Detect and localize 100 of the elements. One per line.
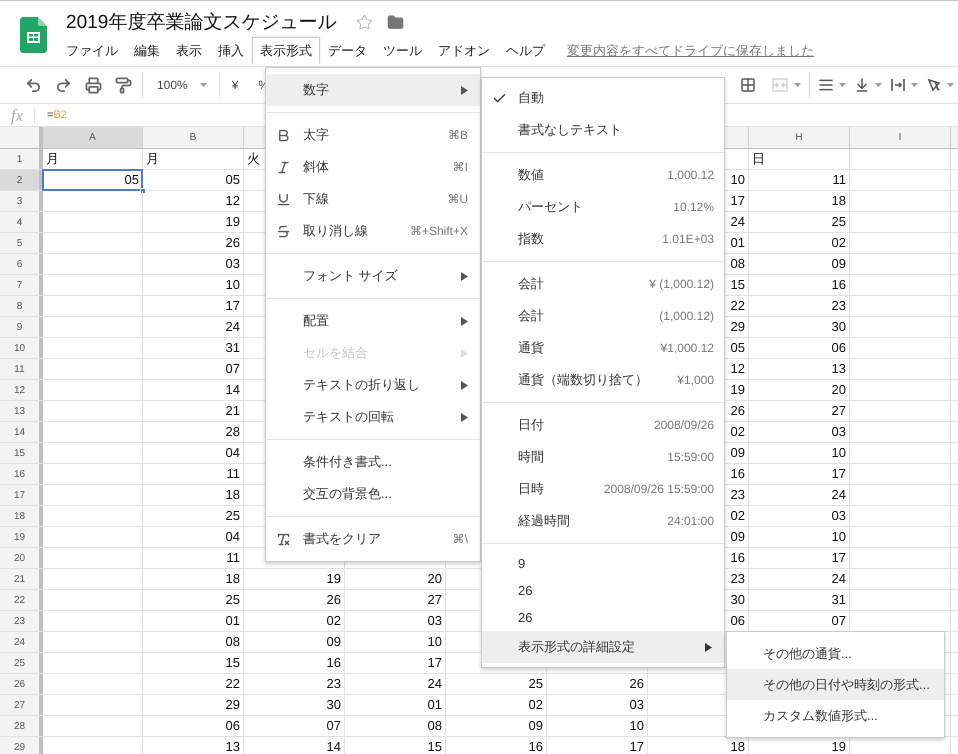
star-icon[interactable] bbox=[356, 14, 374, 30]
table-cell[interactable]: 06 bbox=[143, 716, 243, 736]
table-cell[interactable]: 18 bbox=[648, 737, 748, 754]
table-cell[interactable]: 03 bbox=[749, 422, 849, 442]
menu-option[interactable]: テキストの折り返し bbox=[266, 369, 480, 401]
menu-option[interactable]: 日付 2008/09/26 bbox=[482, 409, 724, 441]
menu-option[interactable]: 表示形式の詳細設定 bbox=[482, 631, 724, 663]
table-cell[interactable]: 03 bbox=[547, 695, 647, 715]
table-cell[interactable]: 23 bbox=[749, 296, 849, 316]
menu-option[interactable]: 時間 15:59:00 bbox=[482, 441, 724, 473]
table-cell[interactable]: 11 bbox=[143, 548, 243, 568]
menu-item[interactable]: データ bbox=[320, 37, 375, 64]
menu-option[interactable]: 会計 (1,000.12) bbox=[482, 300, 724, 332]
table-cell[interactable]: 13 bbox=[143, 737, 243, 754]
table-cell[interactable]: 20 bbox=[749, 380, 849, 400]
menu-item[interactable]: 表示形式 bbox=[252, 37, 320, 64]
menu-option[interactable]: 条件付き書式... bbox=[266, 446, 480, 478]
table-cell[interactable]: 24 bbox=[345, 674, 445, 694]
table-cell[interactable]: 04 bbox=[143, 443, 243, 463]
merge-cells-icon[interactable] bbox=[772, 78, 788, 92]
menu-option[interactable]: 9 bbox=[482, 550, 724, 577]
table-cell[interactable]: 09 bbox=[244, 632, 344, 652]
table-cell[interactable]: 24 bbox=[749, 485, 849, 505]
menu-option[interactable]: 下線 ⌘U bbox=[266, 183, 480, 215]
menu-option[interactable]: テキストの回転 bbox=[266, 401, 480, 433]
table-cell[interactable]: 03 bbox=[345, 611, 445, 631]
table-cell[interactable]: 31 bbox=[749, 590, 849, 610]
table-cell[interactable]: 14 bbox=[244, 737, 344, 754]
table-cell[interactable]: 17 bbox=[547, 737, 647, 754]
table-cell[interactable]: 10 bbox=[749, 527, 849, 547]
column-header[interactable]: A bbox=[43, 127, 143, 148]
menu-option[interactable]: パーセント 10.12% bbox=[482, 191, 724, 223]
menu-option[interactable]: 指数 1.01E+03 bbox=[482, 223, 724, 255]
table-cell[interactable]: 10 bbox=[547, 716, 647, 736]
row-header[interactable]: 13 bbox=[0, 401, 43, 421]
table-cell[interactable]: 15 bbox=[345, 737, 445, 754]
vertical-align-icon[interactable] bbox=[854, 77, 870, 93]
table-cell[interactable]: 25 bbox=[143, 590, 243, 610]
table-cell[interactable]: 08 bbox=[345, 716, 445, 736]
table-cell[interactable]: 17 bbox=[749, 548, 849, 568]
fill-handle[interactable] bbox=[140, 188, 146, 194]
row-header[interactable]: 4 bbox=[0, 212, 43, 232]
table-cell[interactable]: 20 bbox=[345, 569, 445, 589]
menu-item[interactable]: アドオン bbox=[430, 37, 498, 64]
row-header[interactable]: 10 bbox=[0, 338, 43, 358]
text-rotation-icon[interactable] bbox=[926, 77, 942, 93]
table-cell[interactable]: 18 bbox=[143, 569, 243, 589]
text-wrap-icon[interactable] bbox=[890, 77, 906, 93]
redo-icon[interactable] bbox=[55, 76, 72, 94]
menu-option[interactable]: 交互の背景色... bbox=[266, 478, 480, 510]
table-cell[interactable]: 26 bbox=[547, 674, 647, 694]
menu-item[interactable]: 表示 bbox=[168, 37, 210, 64]
table-cell[interactable]: 24 bbox=[143, 317, 243, 337]
table-cell[interactable]: 17 bbox=[143, 296, 243, 316]
table-cell[interactable]: 02 bbox=[446, 695, 546, 715]
borders-icon[interactable] bbox=[740, 77, 756, 93]
table-cell[interactable]: 07 bbox=[244, 716, 344, 736]
table-cell[interactable]: 27 bbox=[345, 590, 445, 610]
table-cell[interactable]: 31 bbox=[143, 338, 243, 358]
folder-icon[interactable] bbox=[387, 14, 404, 30]
table-cell[interactable]: 23 bbox=[244, 674, 344, 694]
table-cell[interactable]: 05 bbox=[43, 170, 142, 190]
menu-option[interactable]: 自動 bbox=[482, 82, 724, 114]
document-title[interactable]: 2019年度卒業論文スケジュール bbox=[66, 12, 336, 32]
menu-option[interactable]: 書式をクリア ⌘\ bbox=[266, 523, 480, 555]
column-header[interactable]: H bbox=[749, 127, 850, 148]
table-cell[interactable]: 25 bbox=[749, 212, 849, 232]
table-cell[interactable]: 17 bbox=[749, 464, 849, 484]
table-cell[interactable]: 01 bbox=[143, 611, 243, 631]
row-header[interactable]: 15 bbox=[0, 443, 43, 463]
menu-option[interactable]: 26 bbox=[482, 604, 724, 631]
row-header[interactable]: 9 bbox=[0, 317, 43, 337]
menu-item[interactable]: ツール bbox=[375, 37, 430, 64]
table-cell[interactable]: 01 bbox=[345, 695, 445, 715]
table-cell[interactable]: 05 bbox=[143, 170, 243, 190]
table-cell[interactable]: 16 bbox=[244, 653, 344, 673]
menu-option[interactable]: 会計 ¥ (1,000.12) bbox=[482, 268, 724, 300]
row-header[interactable]: 16 bbox=[0, 464, 43, 484]
row-header[interactable]: 1 bbox=[0, 149, 43, 169]
row-header[interactable]: 29 bbox=[0, 737, 43, 754]
menu-option[interactable]: 経過時間 24:01:00 bbox=[482, 505, 724, 537]
row-header[interactable]: 3 bbox=[0, 191, 43, 211]
menu-option[interactable]: 書式なしテキスト bbox=[482, 114, 724, 146]
spreadsheet-logo-icon[interactable] bbox=[20, 17, 46, 53]
table-cell[interactable]: 21 bbox=[143, 401, 243, 421]
table-cell[interactable]: 18 bbox=[143, 485, 243, 505]
menu-option[interactable]: 太字 ⌘B bbox=[266, 119, 480, 151]
row-header[interactable]: 26 bbox=[0, 674, 43, 694]
row-header[interactable]: 11 bbox=[0, 359, 43, 379]
table-cell[interactable]: 月 bbox=[43, 149, 142, 169]
row-header[interactable]: 23 bbox=[0, 611, 43, 631]
row-header[interactable]: 25 bbox=[0, 653, 43, 673]
menu-option[interactable]: 取り消し線 ⌘+Shift+X bbox=[266, 215, 480, 247]
row-header[interactable]: 22 bbox=[0, 590, 43, 610]
table-cell[interactable]: 22 bbox=[143, 674, 243, 694]
table-cell[interactable]: 16 bbox=[749, 275, 849, 295]
table-cell[interactable]: 19 bbox=[749, 737, 849, 754]
row-header[interactable]: 28 bbox=[0, 716, 43, 736]
row-header[interactable]: 24 bbox=[0, 632, 43, 652]
row-header[interactable]: 27 bbox=[0, 695, 43, 715]
